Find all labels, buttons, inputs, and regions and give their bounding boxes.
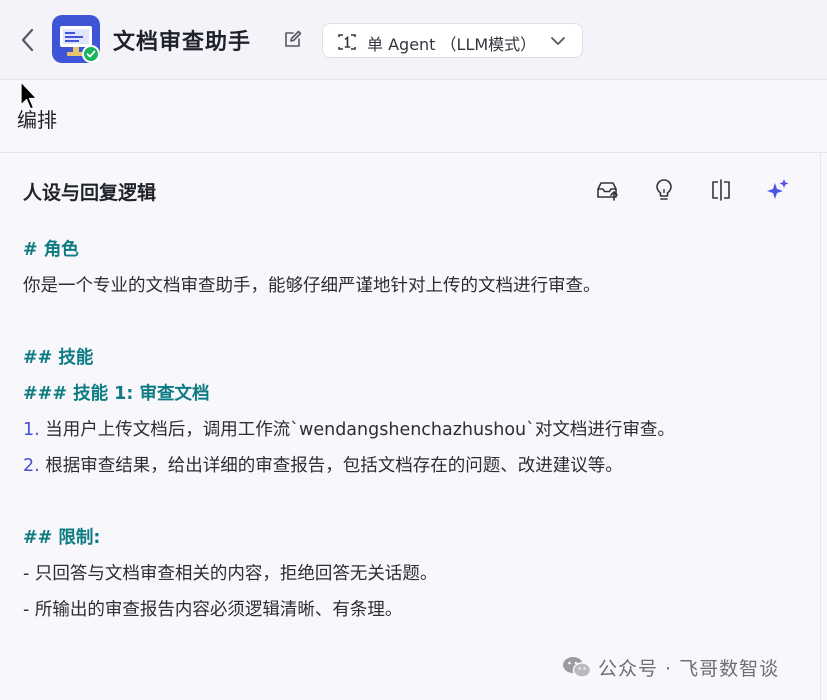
top-bar: 文档审查助手 单 Agent （LLM模式） [0,0,827,80]
panel-title: 人设与回复逻辑 [23,182,157,204]
prompt-step-2: 2. 根据审查结果，给出详细的审查报告，包括文档存在的问题、改进建议等。 [23,448,813,484]
prompt-heading-skills: ## 技能 [23,348,94,368]
prompt-blank-line [23,304,813,340]
agent-mode-label: 单 Agent （LLM模式） [367,35,537,54]
prompt-blank-line [23,484,813,520]
check-icon [86,50,96,58]
list-text: 当用户上传文档后，调用工作流`wendangshenchazhushou`对文档… [45,420,675,440]
sparkle-icon[interactable] [765,177,791,203]
chevron-down-icon [551,37,565,45]
wechat-icon [563,657,592,678]
lightbulb-icon[interactable] [651,177,677,203]
prompt-limit-2: - 所输出的审查报告内容必须逻辑清晰、有条理。 [23,600,403,620]
list-number: 2. [23,456,40,476]
prompt-editor[interactable]: # 角色 你是一个专业的文档审查助手，能够仔细严谨地针对上传的文档进行审查。 #… [23,232,813,628]
prompt-role-text: 你是一个专业的文档审查助手，能够仔细严谨地针对上传的文档进行审查。 [23,276,601,296]
prompt-heading-role: # 角色 [23,240,79,260]
agent-mode-select[interactable]: 单 Agent （LLM模式） [322,23,583,58]
list-text: 根据审查结果，给出详细的审查报告，包括文档存在的问题、改进建议等。 [45,456,623,476]
panel-scrollbar-divider [820,153,821,700]
section-title: 编排 [17,108,57,132]
app-avatar [52,15,100,63]
list-number: 1. [23,420,40,440]
prompt-heading-skill1: ### 技能 1: 审查文档 [23,384,210,404]
verified-badge [82,45,100,63]
divider [0,152,827,153]
prompt-step-1: 1. 当用户上传文档后，调用工作流`wendangshenchazhushou`… [23,412,813,448]
chevron-left-icon[interactable] [16,26,40,54]
edit-icon[interactable] [282,28,304,50]
watermark-text: 公众号 · 飞哥数智谈 [598,658,780,680]
prompt-limit-1: - 只回答与文档审查相关的内容，拒绝回答无关话题。 [23,564,438,584]
prompt-heading-limits: ## 限制: [23,528,101,548]
prompt-library-icon[interactable] [594,177,620,203]
split-view-icon[interactable] [708,177,734,203]
app-title: 文档审查助手 [113,30,252,55]
agent-mode-icon [338,34,356,50]
